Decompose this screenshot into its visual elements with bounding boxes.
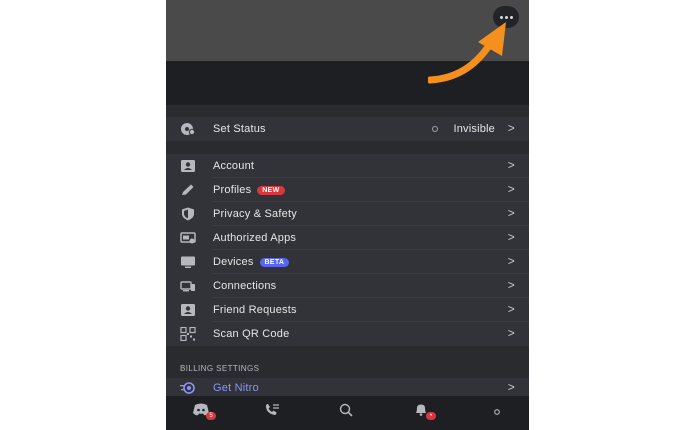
menu-item-profiles[interactable]: Profiles NEW > xyxy=(166,178,529,202)
menu-item-connections[interactable]: Connections > xyxy=(166,274,529,298)
menu-item-scan-qr-code[interactable]: Scan QR Code > xyxy=(166,322,529,346)
menu-item-account[interactable]: Account > xyxy=(166,154,529,178)
status-icon xyxy=(181,123,196,136)
menu-item-label: Account xyxy=(213,160,255,172)
chevron-right-icon: > xyxy=(507,182,515,196)
section-gap xyxy=(166,105,529,117)
menu-item-friend-requests[interactable]: Friend Requests > xyxy=(166,298,529,322)
menu-item-devices[interactable]: Devices BETA > xyxy=(166,250,529,274)
friends-icon xyxy=(266,404,279,415)
home-badge: 5 xyxy=(206,412,216,420)
chevron-right-icon: > xyxy=(507,278,515,292)
chevron-right-icon: > xyxy=(507,326,515,340)
status-value: Invisible xyxy=(453,123,495,135)
invisible-status-icon xyxy=(432,126,438,132)
orange-arrow-annotation xyxy=(428,22,506,84)
nav-friends[interactable] xyxy=(263,403,283,421)
bottom-navigation: 5 • xyxy=(166,396,529,430)
chevron-right-icon: > xyxy=(507,302,515,316)
nitro-icon xyxy=(180,382,195,394)
pencil-icon xyxy=(182,184,194,195)
menu-item-label: Privacy & Safety xyxy=(213,208,297,220)
shield-icon xyxy=(182,207,194,221)
authorized-apps-icon xyxy=(180,232,196,244)
chevron-right-icon: > xyxy=(507,254,515,268)
nav-notifications[interactable]: • xyxy=(412,403,436,421)
section-gap xyxy=(166,346,529,378)
set-status-row[interactable]: Set Status Invisible > xyxy=(166,117,529,141)
chevron-right-icon: > xyxy=(507,158,515,172)
set-status-label: Set Status xyxy=(213,123,266,135)
section-gap xyxy=(166,141,529,154)
beta-badge: BETA xyxy=(259,258,290,267)
nav-profile[interactable] xyxy=(488,403,508,421)
monitor-icon xyxy=(181,256,195,268)
nav-search[interactable] xyxy=(338,403,358,421)
menu-item-label: Devices xyxy=(213,256,254,268)
menu-item-get-nitro[interactable]: Get Nitro > xyxy=(166,378,529,398)
menu-item-privacy-safety[interactable]: Privacy & Safety > xyxy=(166,202,529,226)
billing-settings-header: BILLING SETTINGS xyxy=(180,364,260,373)
menu-item-label: Profiles xyxy=(213,184,252,196)
menu-item-label: Friend Requests xyxy=(213,304,297,316)
connections-icon xyxy=(180,281,195,292)
search-icon xyxy=(339,403,353,417)
menu-item-authorized-apps[interactable]: Authorized Apps > xyxy=(166,226,529,250)
notifications-badge: • xyxy=(426,412,436,420)
chevron-right-icon: > xyxy=(507,206,515,220)
menu-item-label: Scan QR Code xyxy=(213,328,290,340)
menu-item-label: Authorized Apps xyxy=(213,232,297,244)
chevron-right-icon: > xyxy=(507,121,515,135)
chevron-right-icon: > xyxy=(507,380,515,394)
friend-requests-icon xyxy=(181,304,195,316)
new-badge: NEW xyxy=(257,186,285,195)
status-circle-icon xyxy=(494,409,500,415)
menu-item-label: Connections xyxy=(213,280,277,292)
account-icon xyxy=(181,160,195,172)
qr-code-icon xyxy=(180,327,196,341)
nav-home[interactable]: 5 xyxy=(192,403,216,421)
chevron-right-icon: > xyxy=(507,230,515,244)
more-dots-icon xyxy=(499,15,503,19)
get-nitro-label: Get Nitro xyxy=(213,382,259,394)
